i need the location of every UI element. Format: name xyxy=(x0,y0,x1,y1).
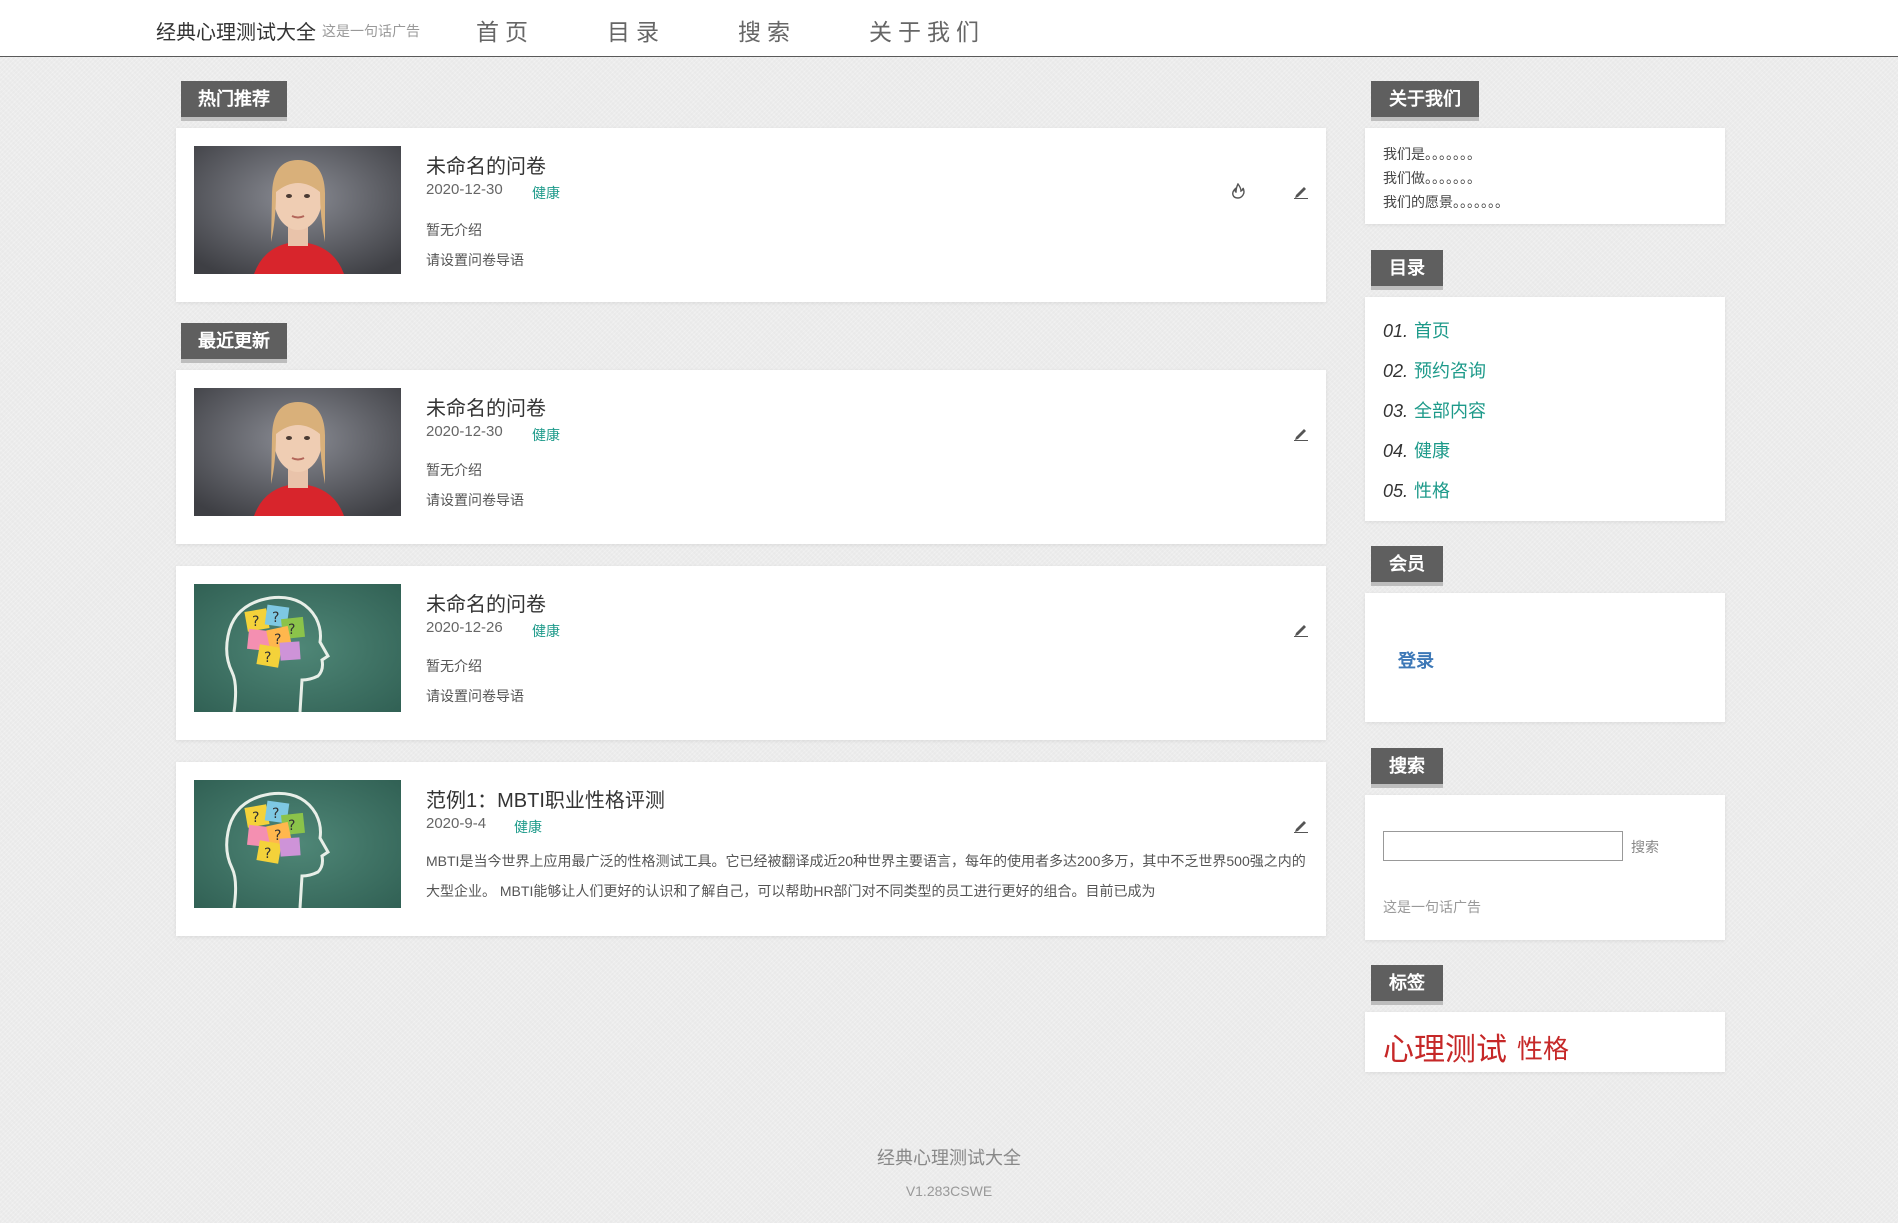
post-title[interactable]: 未命名的问卷 xyxy=(426,392,546,421)
directory-card: 01. 首页 02. 预约咨询 03. 全部内容 04. 健康 05. 性格 xyxy=(1365,297,1725,521)
edit-icon[interactable] xyxy=(1293,621,1309,637)
sidebar-ad: 这是一句话广告 xyxy=(1383,899,1481,915)
post-tag-link[interactable]: 健康 xyxy=(532,621,560,641)
tag-link-personality[interactable]: 性格 xyxy=(1517,1029,1569,1066)
about-card: 我们是。。。。。。。 我们做。。。。。。。 我们的愿景。。。。。。。 xyxy=(1365,128,1725,224)
search-section-label: 搜索 xyxy=(1371,748,1443,788)
directory-link-all[interactable]: 全部内容 xyxy=(1414,401,1486,421)
edit-icon[interactable] xyxy=(1293,425,1309,441)
post-guide: 请设置问卷导语 xyxy=(426,252,524,268)
post-date: 2020-12-26 xyxy=(426,619,503,636)
directory-link-personality[interactable]: 性格 xyxy=(1414,481,1450,501)
site-title[interactable]: 经典心理测试大全 xyxy=(156,16,316,45)
member-card: 登录 xyxy=(1365,593,1725,722)
tag-link-psych-test[interactable]: 心理测试 xyxy=(1383,1024,1507,1069)
post-date: 2020-12-30 xyxy=(426,423,503,440)
post-intro: 暂无介绍 xyxy=(426,462,482,478)
directory-item-number: 03. xyxy=(1383,401,1409,421)
directory-item-number: 02. xyxy=(1383,361,1409,381)
svg-text:?: ? xyxy=(288,818,295,834)
svg-text:?: ? xyxy=(274,632,281,648)
recent-post-card[interactable]: 未命名的问卷 2020-12-30 健康 暂无介绍 请设置问卷导语 xyxy=(176,370,1326,544)
directory-item[interactable]: 03. 全部内容 xyxy=(1383,397,1486,423)
directory-item[interactable]: 04. 健康 xyxy=(1383,437,1450,463)
directory-section-label: 目录 xyxy=(1371,250,1443,290)
hot-section-label: 热门推荐 xyxy=(181,81,287,121)
recent-post-card[interactable]: ? ? ? ? ? 未命名的问卷 2020-12-26 健康 暂无介绍 请设置问… xyxy=(176,566,1326,740)
tags-section-label: 标签 xyxy=(1371,965,1443,1005)
hot-post-card[interactable]: 未命名的问卷 2020-12-30 健康 暂无介绍 请设置问卷导语 xyxy=(176,128,1326,302)
post-title[interactable]: 范例1：MBTI职业性格评测 xyxy=(426,784,665,813)
directory-link-health[interactable]: 健康 xyxy=(1414,441,1450,461)
nav-home[interactable]: 首页 xyxy=(476,13,534,47)
search-card: 搜索 这是一句话广告 xyxy=(1365,795,1725,940)
post-thumbnail-head-notes[interactable]: ? ? ? ? ? xyxy=(194,780,401,908)
post-intro: 暂无介绍 xyxy=(426,658,482,674)
svg-text:?: ? xyxy=(272,806,279,822)
post-guide: 请设置问卷导语 xyxy=(426,688,524,704)
nav-directory[interactable]: 目录 xyxy=(607,13,665,47)
post-thumbnail-woman[interactable] xyxy=(194,146,401,274)
footer-title: 经典心理测试大全 xyxy=(877,1148,1021,1168)
directory-item-number: 01. xyxy=(1383,321,1409,341)
directory-link-booking[interactable]: 预约咨询 xyxy=(1414,361,1486,381)
svg-text:?: ? xyxy=(264,846,271,862)
post-tag-link[interactable]: 健康 xyxy=(514,817,542,837)
about-line: 我们做。。。。。。。 xyxy=(1383,170,1481,186)
member-section-label: 会员 xyxy=(1371,546,1443,586)
directory-item-number: 04. xyxy=(1383,441,1409,461)
post-date: 2020-9-4 xyxy=(426,815,487,832)
fire-icon xyxy=(1231,182,1247,199)
post-intro: 暂无介绍 xyxy=(426,222,482,238)
edit-icon[interactable] xyxy=(1293,817,1309,833)
post-thumbnail-woman[interactable] xyxy=(194,388,401,516)
site-ad: 这是一句话广告 xyxy=(322,23,420,39)
nav-about[interactable]: 关于我们 xyxy=(869,13,985,47)
svg-text:?: ? xyxy=(252,810,259,826)
search-button[interactable]: 搜索 xyxy=(1631,837,1659,857)
directory-item[interactable]: 01. 首页 xyxy=(1383,317,1450,343)
recent-section-label: 最近更新 xyxy=(181,323,287,363)
about-line: 我们的愿景。。。。。。。 xyxy=(1383,194,1509,210)
about-line: 我们是。。。。。。。 xyxy=(1383,146,1481,162)
top-navbar: 经典心理测试大全 这是一句话广告 首页 目录 搜索 关于我们 xyxy=(0,0,1898,57)
post-tag-link[interactable]: 健康 xyxy=(532,425,560,445)
directory-item[interactable]: 05. 性格 xyxy=(1383,477,1450,503)
post-tag-link[interactable]: 健康 xyxy=(532,183,560,203)
post-thumbnail-head-notes[interactable]: ? ? ? ? ? xyxy=(194,584,401,712)
svg-text:?: ? xyxy=(252,614,259,630)
recent-post-card[interactable]: ? ? ? ? ? 范例1：MBTI职业性格评测 2020-9-4 健康 MBT… xyxy=(176,762,1326,936)
post-guide: 请设置问卷导语 xyxy=(426,492,524,508)
directory-link-home[interactable]: 首页 xyxy=(1414,321,1450,341)
footer-version: V1.283CSWE xyxy=(905,1183,993,1199)
post-title[interactable]: 未命名的问卷 xyxy=(426,588,546,617)
about-section-label: 关于我们 xyxy=(1371,81,1479,121)
post-date: 2020-12-30 xyxy=(426,181,503,198)
post-excerpt: MBTI是当今世界上应用最广泛的性格测试工具。它已经被翻译成近20种世界主要语言… xyxy=(426,853,1306,899)
directory-item-number: 05. xyxy=(1383,481,1409,501)
svg-text:?: ? xyxy=(274,828,281,844)
search-input[interactable] xyxy=(1383,831,1623,861)
nav-search[interactable]: 搜索 xyxy=(738,13,796,47)
post-title[interactable]: 未命名的问卷 xyxy=(426,150,546,179)
svg-text:?: ? xyxy=(288,622,295,638)
directory-item[interactable]: 02. 预约咨询 xyxy=(1383,357,1486,383)
tags-card: 心理测试 性格 xyxy=(1365,1012,1725,1072)
login-link[interactable]: 登录 xyxy=(1398,647,1434,673)
svg-text:?: ? xyxy=(272,610,279,626)
svg-text:?: ? xyxy=(264,650,271,666)
edit-icon[interactable] xyxy=(1293,183,1309,199)
